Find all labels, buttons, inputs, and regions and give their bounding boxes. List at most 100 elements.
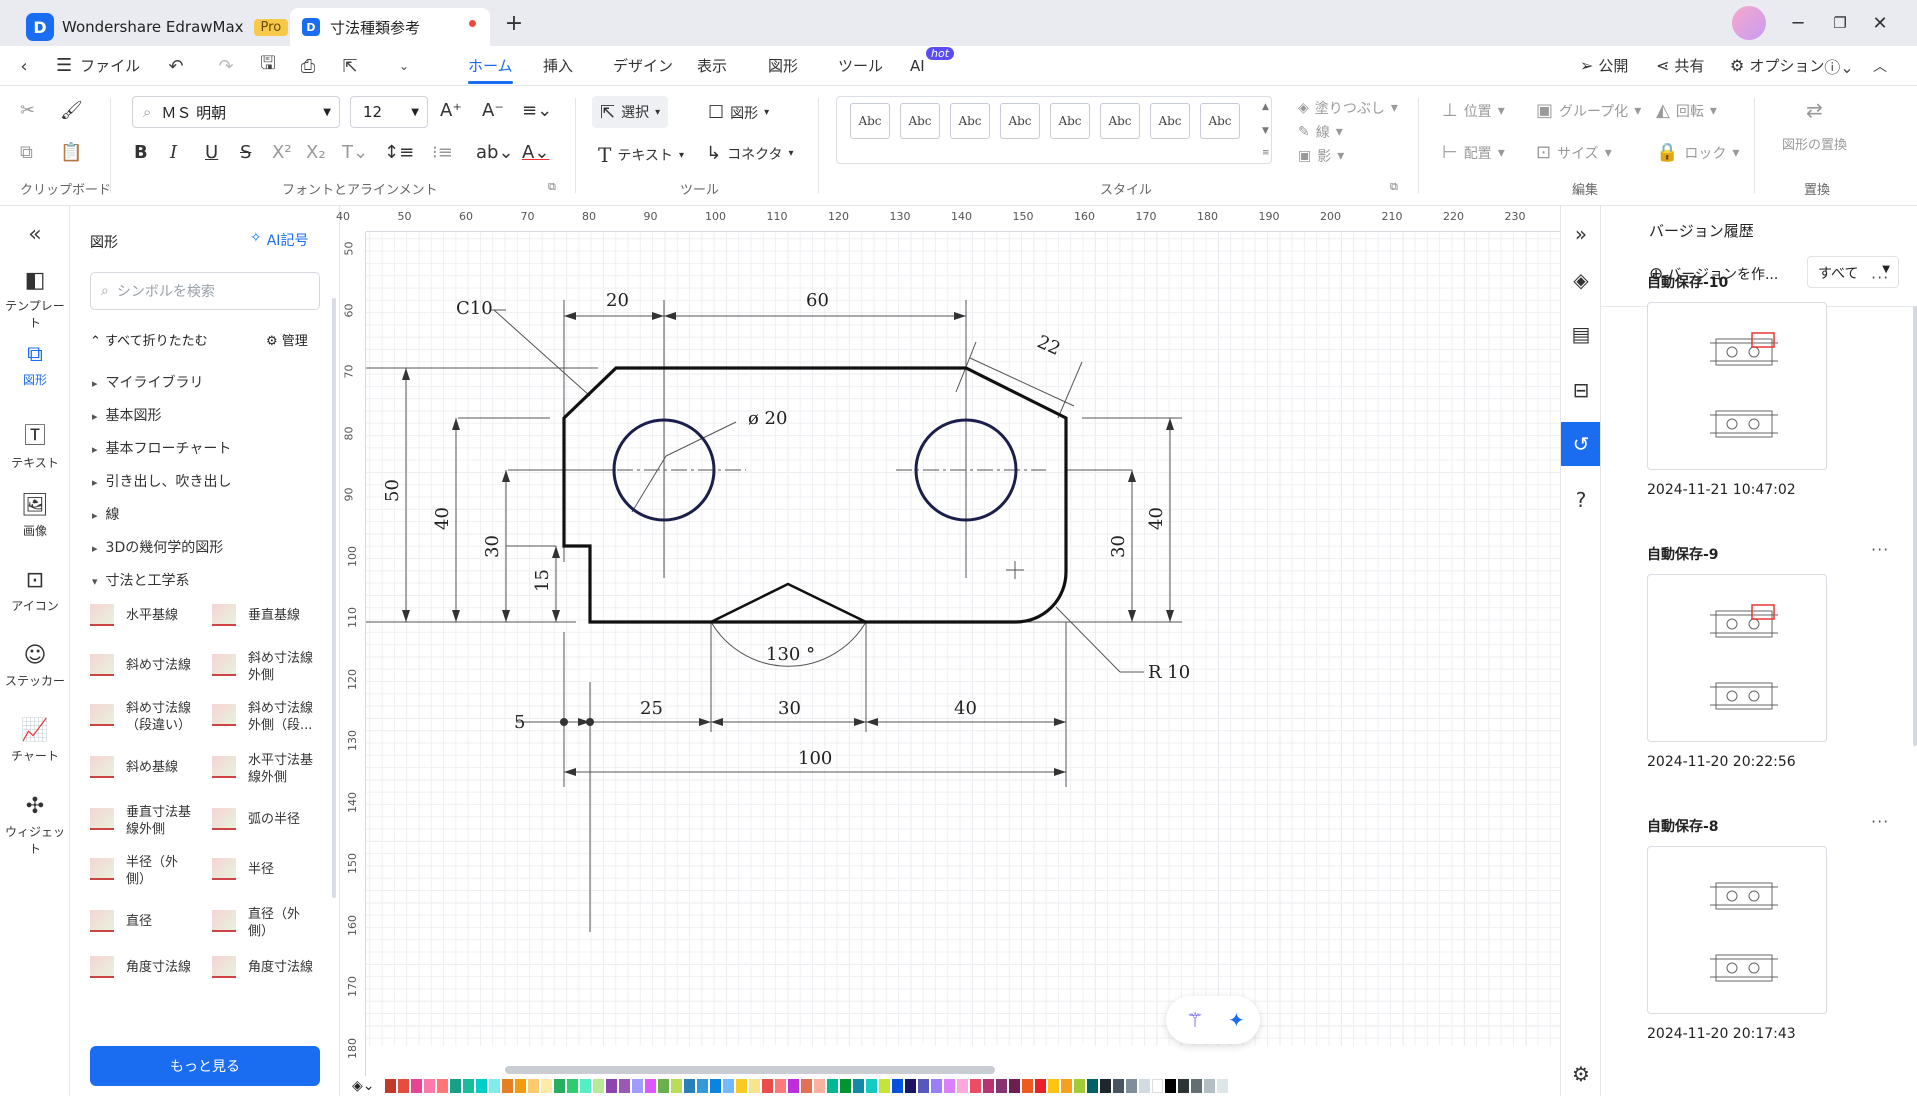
more-shapes-button[interactable]: もっと見る: [90, 1046, 320, 1086]
text-case-icon[interactable]: T⌄: [342, 142, 368, 163]
tab-home[interactable]: ホーム: [468, 46, 513, 86]
style-preset-6[interactable]: Abc: [1100, 103, 1140, 139]
dimension-shape-icon[interactable]: [90, 956, 114, 978]
undo-icon[interactable]: ↶: [164, 56, 188, 77]
tab-view[interactable]: 表示: [697, 46, 727, 86]
superscript-icon[interactable]: X²: [272, 142, 292, 163]
library-my-library[interactable]: マイライブラリ: [92, 372, 204, 392]
color-swatch[interactable]: [580, 1079, 591, 1093]
dimension-20[interactable]: 20: [606, 290, 629, 311]
color-swatch[interactable]: [1204, 1079, 1215, 1093]
dimension-shape-icon[interactable]: [212, 956, 236, 978]
connector-tool-button[interactable]: ↳ コネクタ ▾: [706, 143, 794, 164]
settings-gear-icon[interactable]: ⚙: [1561, 1052, 1601, 1096]
page-properties-icon[interactable]: ▤: [1561, 312, 1601, 356]
color-swatch[interactable]: [1074, 1079, 1085, 1093]
text-tool-button[interactable]: T テキスト ▾: [598, 143, 684, 167]
color-swatch[interactable]: [489, 1079, 500, 1093]
dimension-40-right[interactable]: 40: [1146, 507, 1167, 530]
close-window-icon[interactable]: ✕: [1862, 8, 1898, 38]
color-swatch[interactable]: [476, 1079, 487, 1093]
color-swatch[interactable]: [411, 1079, 422, 1093]
ai-sparkle-icon[interactable]: ✦: [1228, 1008, 1245, 1032]
presentation-icon[interactable]: ⊟: [1561, 368, 1601, 412]
color-swatch[interactable]: [1035, 1079, 1046, 1093]
color-swatch[interactable]: [463, 1079, 474, 1093]
fill-button[interactable]: ◈ 塗りつぶし ▾: [1298, 98, 1398, 118]
format-painter-icon[interactable]: 🖌: [60, 100, 83, 121]
color-swatch[interactable]: [632, 1079, 643, 1093]
redo-icon[interactable]: ↷: [214, 56, 238, 77]
diameter-label[interactable]: ø 20: [748, 408, 787, 429]
color-swatch[interactable]: [723, 1079, 734, 1093]
library-lines[interactable]: 線: [92, 504, 120, 524]
restore-icon[interactable]: ❐: [1822, 8, 1858, 38]
color-swatch[interactable]: [970, 1079, 981, 1093]
color-swatch[interactable]: [1100, 1079, 1111, 1093]
strikethrough-icon[interactable]: S: [240, 142, 251, 163]
quick-access-dropdown-icon[interactable]: ⌄: [394, 56, 414, 76]
gallery-down-icon[interactable]: ▼: [1262, 126, 1269, 136]
color-swatch[interactable]: [1126, 1079, 1137, 1093]
color-swatch[interactable]: [983, 1079, 994, 1093]
collapse-panel-icon[interactable]: «: [23, 222, 47, 247]
color-swatch[interactable]: [1113, 1079, 1124, 1093]
text-align-icon[interactable]: ≡⌄: [522, 100, 552, 121]
print-icon[interactable]: ⎙: [296, 56, 320, 77]
dimension-40-left[interactable]: 40: [432, 507, 453, 530]
color-swatch[interactable]: [541, 1079, 552, 1093]
color-swatch[interactable]: [762, 1079, 773, 1093]
back-icon[interactable]: ‹: [14, 56, 34, 77]
color-swatch[interactable]: [684, 1079, 695, 1093]
dimension-30-right[interactable]: 30: [1108, 535, 1129, 558]
version-thumbnail[interactable]: [1647, 302, 1827, 470]
dimension-40-bottom[interactable]: 40: [954, 698, 977, 719]
style-preset-7[interactable]: Abc: [1150, 103, 1190, 139]
manage-button[interactable]: ⚙ 管理: [266, 330, 308, 349]
shape-item-label[interactable]: 斜め寸法線 （段違い）: [126, 700, 191, 734]
replace-shape-label[interactable]: 図形の置換: [1782, 134, 1847, 153]
color-swatch[interactable]: [775, 1079, 786, 1093]
dimension-shape-icon[interactable]: [212, 808, 236, 830]
dimension-100[interactable]: 100: [798, 748, 832, 769]
library-basic-shapes[interactable]: 基本図形: [92, 405, 162, 425]
dimension-shape-icon[interactable]: [212, 756, 236, 778]
color-swatch[interactable]: [801, 1079, 812, 1093]
gallery-up-icon[interactable]: ▲: [1262, 102, 1269, 112]
nav-charts[interactable]: 📈 チャート: [0, 718, 70, 764]
color-swatch[interactable]: [593, 1079, 604, 1093]
color-swatch[interactable]: [658, 1079, 669, 1093]
color-swatch[interactable]: [814, 1079, 825, 1093]
version-thumbnail[interactable]: [1647, 574, 1827, 742]
tab-ai[interactable]: AI: [910, 46, 925, 86]
font-shrink-icon[interactable]: A⁻: [482, 100, 504, 121]
color-swatch[interactable]: [671, 1079, 682, 1093]
library-3d-shapes[interactable]: 3Dの幾何学的図形: [92, 537, 224, 557]
symbol-search-input[interactable]: ⌕ シンボルを検索: [90, 272, 320, 310]
dimension-shape-icon[interactable]: [90, 910, 114, 932]
panel-scrollbar[interactable]: [332, 298, 336, 898]
color-swatch[interactable]: [1061, 1079, 1072, 1093]
expand-panel-icon[interactable]: »: [1561, 212, 1601, 256]
color-swatch[interactable]: [710, 1079, 721, 1093]
subscript-icon[interactable]: X₂: [306, 142, 326, 163]
color-swatch[interactable]: [1152, 1079, 1163, 1093]
dimension-shape-icon[interactable]: [212, 910, 236, 932]
color-swatch[interactable]: [879, 1079, 890, 1093]
dimension-50[interactable]: 50: [382, 479, 403, 502]
style-dialog-launcher-icon[interactable]: ⧉: [1390, 180, 1398, 194]
dimension-shape-icon[interactable]: [212, 654, 236, 676]
color-swatch[interactable]: [931, 1079, 942, 1093]
font-dialog-launcher-icon[interactable]: ⧉: [548, 180, 556, 194]
color-swatch[interactable]: [996, 1079, 1007, 1093]
shape-item-label[interactable]: 弧の半径: [248, 811, 300, 828]
version-history-icon[interactable]: ↺: [1561, 422, 1601, 466]
color-swatch[interactable]: [437, 1079, 448, 1093]
color-swatch[interactable]: [1139, 1079, 1150, 1093]
dimension-60[interactable]: 60: [806, 290, 829, 311]
library-dimensioning[interactable]: 寸法と工学系: [92, 570, 190, 590]
align-button[interactable]: ⊢ 配置 ▾: [1442, 142, 1505, 163]
document-tab[interactable]: D 寸法種類参考: [290, 8, 490, 46]
shape-item-label[interactable]: 水平寸法基 線外側: [248, 752, 313, 786]
shape-item-label[interactable]: 斜め寸法線 外側: [248, 650, 313, 684]
